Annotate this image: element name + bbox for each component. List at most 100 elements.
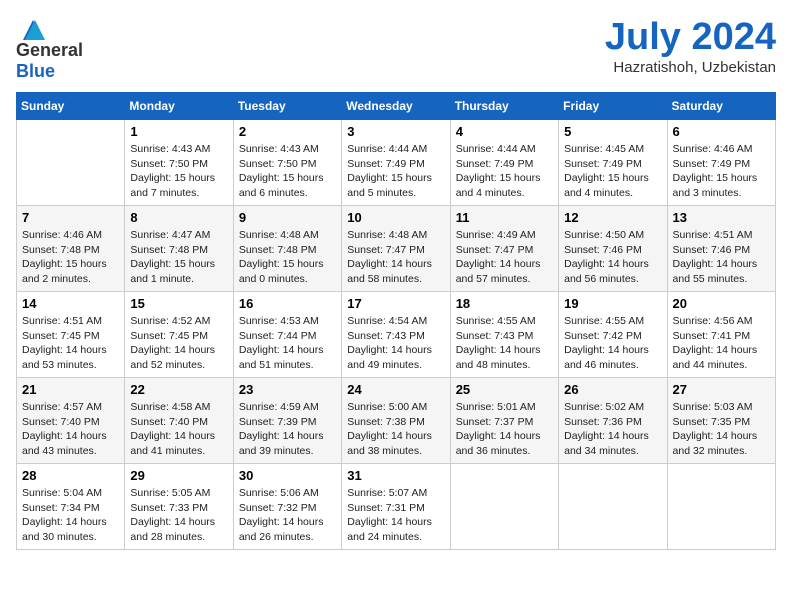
calendar-cell: 15 Sunrise: 4:52 AMSunset: 7:45 PMDayligh…	[125, 292, 233, 378]
weekday-header-row: SundayMondayTuesdayWednesdayThursdayFrid…	[17, 93, 776, 120]
cell-content: Sunrise: 4:53 AMSunset: 7:44 PMDaylight:…	[239, 314, 336, 373]
day-number: 6	[673, 124, 770, 139]
day-number: 13	[673, 210, 770, 225]
day-number: 22	[130, 382, 227, 397]
calendar-cell: 4 Sunrise: 4:44 AMSunset: 7:49 PMDaylight…	[450, 120, 558, 206]
calendar-cell	[17, 120, 125, 206]
day-number: 16	[239, 296, 336, 311]
cell-content: Sunrise: 4:54 AMSunset: 7:43 PMDaylight:…	[347, 314, 444, 373]
cell-content: Sunrise: 4:43 AMSunset: 7:50 PMDaylight:…	[130, 142, 227, 201]
calendar-cell	[667, 464, 775, 550]
day-number: 7	[22, 210, 119, 225]
calendar-cell: 14 Sunrise: 4:51 AMSunset: 7:45 PMDayligh…	[17, 292, 125, 378]
calendar-cell: 9 Sunrise: 4:48 AMSunset: 7:48 PMDaylight…	[233, 206, 341, 292]
cell-content: Sunrise: 4:55 AMSunset: 7:43 PMDaylight:…	[456, 314, 553, 373]
cell-content: Sunrise: 4:50 AMSunset: 7:46 PMDaylight:…	[564, 228, 661, 287]
cell-content: Sunrise: 4:46 AMSunset: 7:48 PMDaylight:…	[22, 228, 119, 287]
cell-content: Sunrise: 4:48 AMSunset: 7:48 PMDaylight:…	[239, 228, 336, 287]
logo: General Blue	[16, 16, 83, 82]
cell-content: Sunrise: 5:04 AMSunset: 7:34 PMDaylight:…	[22, 486, 119, 545]
calendar-cell: 7 Sunrise: 4:46 AMSunset: 7:48 PMDaylight…	[17, 206, 125, 292]
calendar-cell: 6 Sunrise: 4:46 AMSunset: 7:49 PMDaylight…	[667, 120, 775, 206]
cell-content: Sunrise: 4:51 AMSunset: 7:46 PMDaylight:…	[673, 228, 770, 287]
cell-content: Sunrise: 4:52 AMSunset: 7:45 PMDaylight:…	[130, 314, 227, 373]
weekday-header-monday: Monday	[125, 93, 233, 120]
week-row-3: 14 Sunrise: 4:51 AMSunset: 7:45 PMDayligh…	[17, 292, 776, 378]
day-number: 17	[347, 296, 444, 311]
cell-content: Sunrise: 4:56 AMSunset: 7:41 PMDaylight:…	[673, 314, 770, 373]
cell-content: Sunrise: 4:47 AMSunset: 7:48 PMDaylight:…	[130, 228, 227, 287]
cell-content: Sunrise: 4:57 AMSunset: 7:40 PMDaylight:…	[22, 400, 119, 459]
calendar-cell: 27 Sunrise: 5:03 AMSunset: 7:35 PMDayligh…	[667, 378, 775, 464]
day-number: 18	[456, 296, 553, 311]
weekday-header-friday: Friday	[559, 93, 667, 120]
calendar-cell: 18 Sunrise: 4:55 AMSunset: 7:43 PMDayligh…	[450, 292, 558, 378]
day-number: 5	[564, 124, 661, 139]
cell-content: Sunrise: 4:44 AMSunset: 7:49 PMDaylight:…	[347, 142, 444, 201]
cell-content: Sunrise: 4:49 AMSunset: 7:47 PMDaylight:…	[456, 228, 553, 287]
calendar-table: SundayMondayTuesdayWednesdayThursdayFrid…	[16, 92, 776, 550]
cell-content: Sunrise: 4:59 AMSunset: 7:39 PMDaylight:…	[239, 400, 336, 459]
calendar-cell: 20 Sunrise: 4:56 AMSunset: 7:41 PMDayligh…	[667, 292, 775, 378]
month-title: July 2024	[605, 16, 776, 59]
calendar-cell: 3 Sunrise: 4:44 AMSunset: 7:49 PMDaylight…	[342, 120, 450, 206]
calendar-cell: 10 Sunrise: 4:48 AMSunset: 7:47 PMDayligh…	[342, 206, 450, 292]
cell-content: Sunrise: 5:06 AMSunset: 7:32 PMDaylight:…	[239, 486, 336, 545]
week-row-2: 7 Sunrise: 4:46 AMSunset: 7:48 PMDaylight…	[17, 206, 776, 292]
calendar-cell: 22 Sunrise: 4:58 AMSunset: 7:40 PMDayligh…	[125, 378, 233, 464]
cell-content: Sunrise: 4:45 AMSunset: 7:49 PMDaylight:…	[564, 142, 661, 201]
day-number: 15	[130, 296, 227, 311]
calendar-cell: 21Sunrise: 4:57 AMSunset: 7:40 PMDayligh…	[17, 378, 125, 464]
title-block: July 2024 Hazratishoh, Uzbekistan	[605, 16, 776, 76]
cell-content: Sunrise: 5:00 AMSunset: 7:38 PMDaylight:…	[347, 400, 444, 459]
cell-content: Sunrise: 4:48 AMSunset: 7:47 PMDaylight:…	[347, 228, 444, 287]
cell-content: Sunrise: 4:44 AMSunset: 7:49 PMDaylight:…	[456, 142, 553, 201]
day-number: 28	[22, 468, 119, 483]
cell-content: Sunrise: 4:58 AMSunset: 7:40 PMDaylight:…	[130, 400, 227, 459]
day-number: 14	[22, 296, 119, 311]
cell-content: Sunrise: 4:43 AMSunset: 7:50 PMDaylight:…	[239, 142, 336, 201]
calendar-cell: 2 Sunrise: 4:43 AMSunset: 7:50 PMDaylight…	[233, 120, 341, 206]
day-number: 9	[239, 210, 336, 225]
cell-content: Sunrise: 4:55 AMSunset: 7:42 PMDaylight:…	[564, 314, 661, 373]
day-number: 31	[347, 468, 444, 483]
weekday-header-sunday: Sunday	[17, 93, 125, 120]
day-number: 26	[564, 382, 661, 397]
day-number: 27	[673, 382, 770, 397]
calendar-cell: 8Sunrise: 4:47 AMSunset: 7:48 PMDaylight…	[125, 206, 233, 292]
calendar-cell: 12 Sunrise: 4:50 AMSunset: 7:46 PMDayligh…	[559, 206, 667, 292]
day-number: 12	[564, 210, 661, 225]
day-number: 24	[347, 382, 444, 397]
calendar-cell: 11Sunrise: 4:49 AMSunset: 7:47 PMDayligh…	[450, 206, 558, 292]
day-number: 3	[347, 124, 444, 139]
logo-line2: Blue	[16, 61, 55, 81]
day-number: 2	[239, 124, 336, 139]
cell-content: Sunrise: 4:51 AMSunset: 7:45 PMDaylight:…	[22, 314, 119, 373]
week-row-5: 28 Sunrise: 5:04 AMSunset: 7:34 PMDayligh…	[17, 464, 776, 550]
location: Hazratishoh, Uzbekistan	[605, 59, 776, 76]
calendar-cell: 31 Sunrise: 5:07 AMSunset: 7:31 PMDayligh…	[342, 464, 450, 550]
calendar-cell: 29Sunrise: 5:05 AMSunset: 7:33 PMDayligh…	[125, 464, 233, 550]
cell-content: Sunrise: 5:02 AMSunset: 7:36 PMDaylight:…	[564, 400, 661, 459]
day-number: 25	[456, 382, 553, 397]
day-number: 30	[239, 468, 336, 483]
calendar-cell: 23 Sunrise: 4:59 AMSunset: 7:39 PMDayligh…	[233, 378, 341, 464]
day-number: 29	[130, 468, 227, 483]
calendar-cell	[450, 464, 558, 550]
calendar-cell: 1Sunrise: 4:43 AMSunset: 7:50 PMDaylight…	[125, 120, 233, 206]
calendar-cell: 25Sunrise: 5:01 AMSunset: 7:37 PMDayligh…	[450, 378, 558, 464]
calendar-cell: 5 Sunrise: 4:45 AMSunset: 7:49 PMDaylight…	[559, 120, 667, 206]
cell-content: Sunrise: 5:07 AMSunset: 7:31 PMDaylight:…	[347, 486, 444, 545]
weekday-header-saturday: Saturday	[667, 93, 775, 120]
day-number: 10	[347, 210, 444, 225]
day-number: 23	[239, 382, 336, 397]
cell-content: Sunrise: 5:03 AMSunset: 7:35 PMDaylight:…	[673, 400, 770, 459]
weekday-header-tuesday: Tuesday	[233, 93, 341, 120]
page-header: General Blue July 2024 Hazratishoh, Uzbe…	[16, 16, 776, 82]
day-number: 20	[673, 296, 770, 311]
weekday-header-thursday: Thursday	[450, 93, 558, 120]
cell-content: Sunrise: 4:46 AMSunset: 7:49 PMDaylight:…	[673, 142, 770, 201]
calendar-cell: 24 Sunrise: 5:00 AMSunset: 7:38 PMDayligh…	[342, 378, 450, 464]
day-number: 4	[456, 124, 553, 139]
calendar-cell	[559, 464, 667, 550]
